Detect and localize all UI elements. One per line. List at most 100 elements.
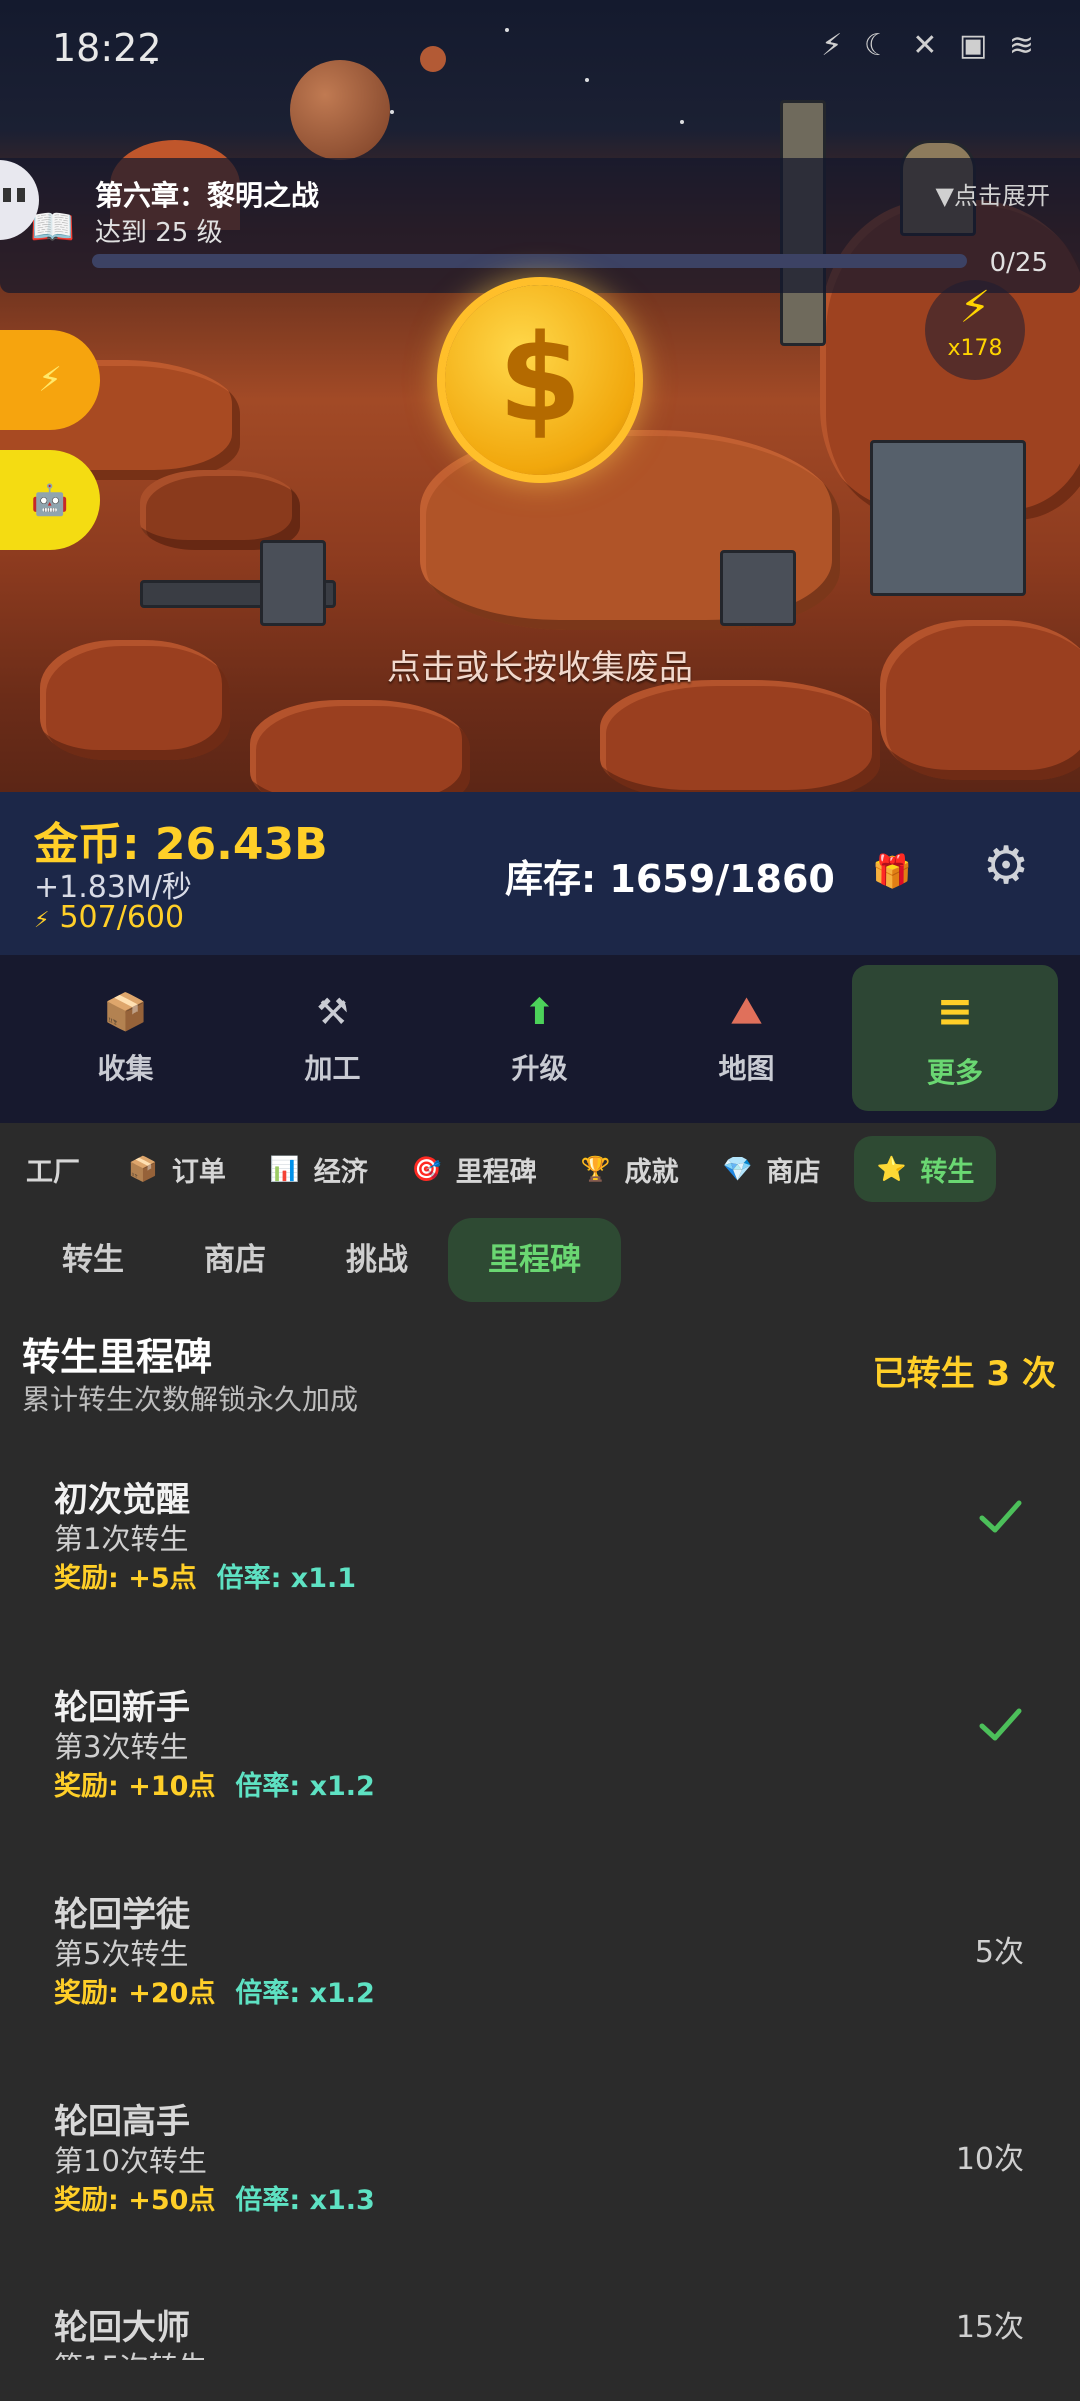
processor-machine — [260, 540, 326, 626]
tab-factory-label: 工厂 — [26, 1156, 80, 1188]
robot-helper-button[interactable]: 🤖 — [0, 450, 100, 550]
gift-icon[interactable]: 🎁 — [872, 852, 912, 890]
subtab-milestones[interactable]: 里程碑 — [448, 1218, 621, 1302]
tab-shop-label: 商店 — [766, 1156, 821, 1188]
game-scene[interactable]: 18:22 ⚡ ☾ ✕ ▣ ≋ 📖 第六章：黎明之战 达到 25 级 ▼点击展开… — [0, 0, 1080, 792]
milestone-multiplier: 倍率: x1.3 — [235, 2185, 375, 2216]
milestone-requirement: 第10次转生 — [54, 2144, 207, 2178]
list-item: 轮回学徒 第5次转生 奖励: +20点 倍率: x1.2 5次 — [0, 1887, 1080, 2077]
milestones-subtitle: 累计转生次数解锁永久加成 — [22, 1383, 359, 1416]
nav-map[interactable]: ⛰ 地图 — [643, 955, 850, 1123]
milestone-reward: 奖励: +5点 倍率: x1.1 — [54, 1556, 356, 1595]
target-icon: 🎯 — [411, 1155, 442, 1183]
tab-economy-label: 经济 — [313, 1156, 368, 1188]
lightning-icon: ⚡ — [959, 282, 991, 333]
subtab-shop[interactable]: 商店 — [164, 1218, 306, 1302]
milestone-reward-points: 奖励: +10点 — [54, 1771, 216, 1802]
milestone-requirement: 第5次转生 — [54, 1937, 189, 1971]
lightning-boost-button[interactable]: ⚡ — [0, 330, 100, 430]
milestone-requirement: 第15次转生 — [54, 2344, 207, 2360]
subtab-rebirth[interactable]: 转生 — [22, 1218, 164, 1302]
lightning-icon: ⚡ — [38, 360, 62, 400]
milestone-reward: 奖励: +10点 倍率: x1.2 — [54, 1764, 375, 1803]
list-item: 轮回高手 第10次转生 奖励: +50点 倍率: x1.3 10次 — [0, 2094, 1080, 2284]
factory-building — [870, 440, 1026, 596]
tab-achievements-label: 成就 — [624, 1156, 679, 1188]
tap-hint: 点击或长按收集废品 — [387, 648, 693, 688]
diamond-icon: 💎 — [722, 1155, 753, 1183]
coin-collect-button[interactable]: $ — [445, 285, 635, 475]
nav-upgrade-label: 升级 — [511, 1051, 568, 1085]
moon-icon — [420, 46, 446, 72]
tab-factory[interactable]: 工厂 — [0, 1136, 106, 1202]
arrow-up-icon: ⬆ — [524, 991, 555, 1033]
tab-orders-label: 订单 — [171, 1156, 226, 1188]
milestone-reward-points: 奖励: +20点 — [54, 1978, 216, 2009]
energy-amount: ⚡ 507/600 — [34, 900, 184, 935]
planet-icon — [290, 60, 390, 160]
list-item: 轮回新手 第3次转生 奖励: +10点 倍率: x1.2 — [0, 1680, 1080, 1870]
tab-economy[interactable]: 📊 经济 — [248, 1136, 390, 1202]
milestone-name: 轮回新手 — [54, 1688, 190, 1728]
milestone-reward-points: 奖励: +5点 — [54, 1563, 197, 1594]
milestone-multiplier: 倍率: x1.1 — [216, 1563, 357, 1594]
milestone-name: 初次觉醒 — [54, 1480, 190, 1520]
energy-boost-count: x178 — [947, 336, 1003, 361]
expand-button[interactable]: ▼点击展开 — [936, 176, 1050, 211]
status-icons: ⚡ ☾ ✕ ▣ ≋ — [821, 28, 1040, 63]
milestone-requirement: 第3次转生 — [54, 1730, 189, 1764]
nav-more[interactable]: ≡ 更多 — [852, 965, 1058, 1111]
mountain-icon: ⛰ — [731, 991, 762, 1032]
star-icon: ⭐ — [876, 1155, 907, 1183]
nav-collect[interactable]: 📦 收集 — [22, 955, 229, 1123]
trophy-icon: 🏆 — [580, 1155, 611, 1183]
tab-milestones-label: 里程碑 — [455, 1156, 537, 1188]
main-nav: 📦 收集 ⚒ 加工 ⬆ 升级 ⛰ 地图 ≡ 更多 — [0, 955, 1080, 1123]
chart-icon: 📊 — [269, 1155, 300, 1183]
milestone-status: 15次 — [955, 2310, 1024, 2345]
chapter-progress-text: 0/25 — [989, 248, 1048, 278]
chapter-panel[interactable]: 📖 第六章：黎明之战 达到 25 级 ▼点击展开 0/25 — [0, 158, 1080, 293]
milestone-reward: 奖励: +20点 倍率: x1.2 — [54, 1971, 375, 2010]
milestone-name: 轮回大师 — [54, 2308, 190, 2348]
status-time: 18:22 — [52, 26, 162, 70]
milestone-name: 轮回学徒 — [54, 1895, 190, 1935]
list-item: 轮回大师 第15次转生 15次 — [0, 2300, 1080, 2360]
checkmark-icon — [979, 1500, 1022, 1533]
tab-rebirth[interactable]: ⭐ 转生 — [854, 1136, 997, 1202]
nav-more-label: 更多 — [926, 1055, 983, 1089]
tab-rebirth-label: 转生 — [920, 1156, 975, 1188]
sub-tabs: 转生 商店 挑战 里程碑 — [22, 1218, 621, 1302]
rebirth-count: 已转生 3 次 — [872, 1354, 1056, 1394]
gear-icon[interactable]: ⚙ — [976, 836, 1036, 896]
status-bar: 18:22 ⚡ ☾ ✕ ▣ ≋ — [0, 0, 1080, 100]
chapter-goal: 达到 25 级 — [95, 218, 223, 248]
nav-process-label: 加工 — [304, 1051, 361, 1085]
energy-boost-button[interactable]: ⚡ x178 — [925, 280, 1025, 380]
subtab-challenge[interactable]: 挑战 — [306, 1218, 448, 1302]
nav-process[interactable]: ⚒ 加工 — [229, 955, 436, 1123]
stats-bar: 金币: 26.43B +1.83M/秒 ⚡ 507/600 库存: 1659/18… — [0, 792, 1080, 955]
tab-shop[interactable]: 💎 商店 — [701, 1136, 843, 1202]
nav-map-label: 地图 — [718, 1052, 775, 1085]
milestones-title: 转生里程碑 — [22, 1335, 213, 1379]
tab-orders[interactable]: 📦 订单 — [106, 1136, 248, 1202]
milestone-multiplier: 倍率: x1.2 — [235, 1978, 375, 2009]
box-icon: 📦 — [128, 1155, 158, 1183]
tab-achievements[interactable]: 🏆 成就 — [559, 1136, 701, 1202]
milestone-status: 5次 — [974, 1935, 1024, 1970]
checkmark-icon — [979, 1708, 1022, 1741]
milestone-status: 10次 — [955, 2142, 1024, 2177]
chapter-title: 第六章：黎明之战 — [95, 179, 320, 212]
robot-icon: 🤖 — [31, 482, 69, 518]
nav-collect-label: 收集 — [97, 1052, 154, 1085]
milestone-multiplier: 倍率: x1.2 — [235, 1771, 375, 1802]
nav-upgrade[interactable]: ⬆ 升级 — [436, 955, 643, 1123]
milestone-reward-points: 奖励: +50点 — [54, 2185, 216, 2216]
chapter-progress-bar — [92, 254, 967, 268]
tab-milestones[interactable]: 🎯 里程碑 — [390, 1136, 559, 1202]
milestone-name: 轮回高手 — [54, 2102, 190, 2142]
milestone-requirement: 第1次转生 — [54, 1522, 189, 1556]
milestone-reward: 奖励: +50点 倍率: x1.3 — [54, 2178, 375, 2217]
energy-value: 507/600 — [59, 900, 185, 935]
